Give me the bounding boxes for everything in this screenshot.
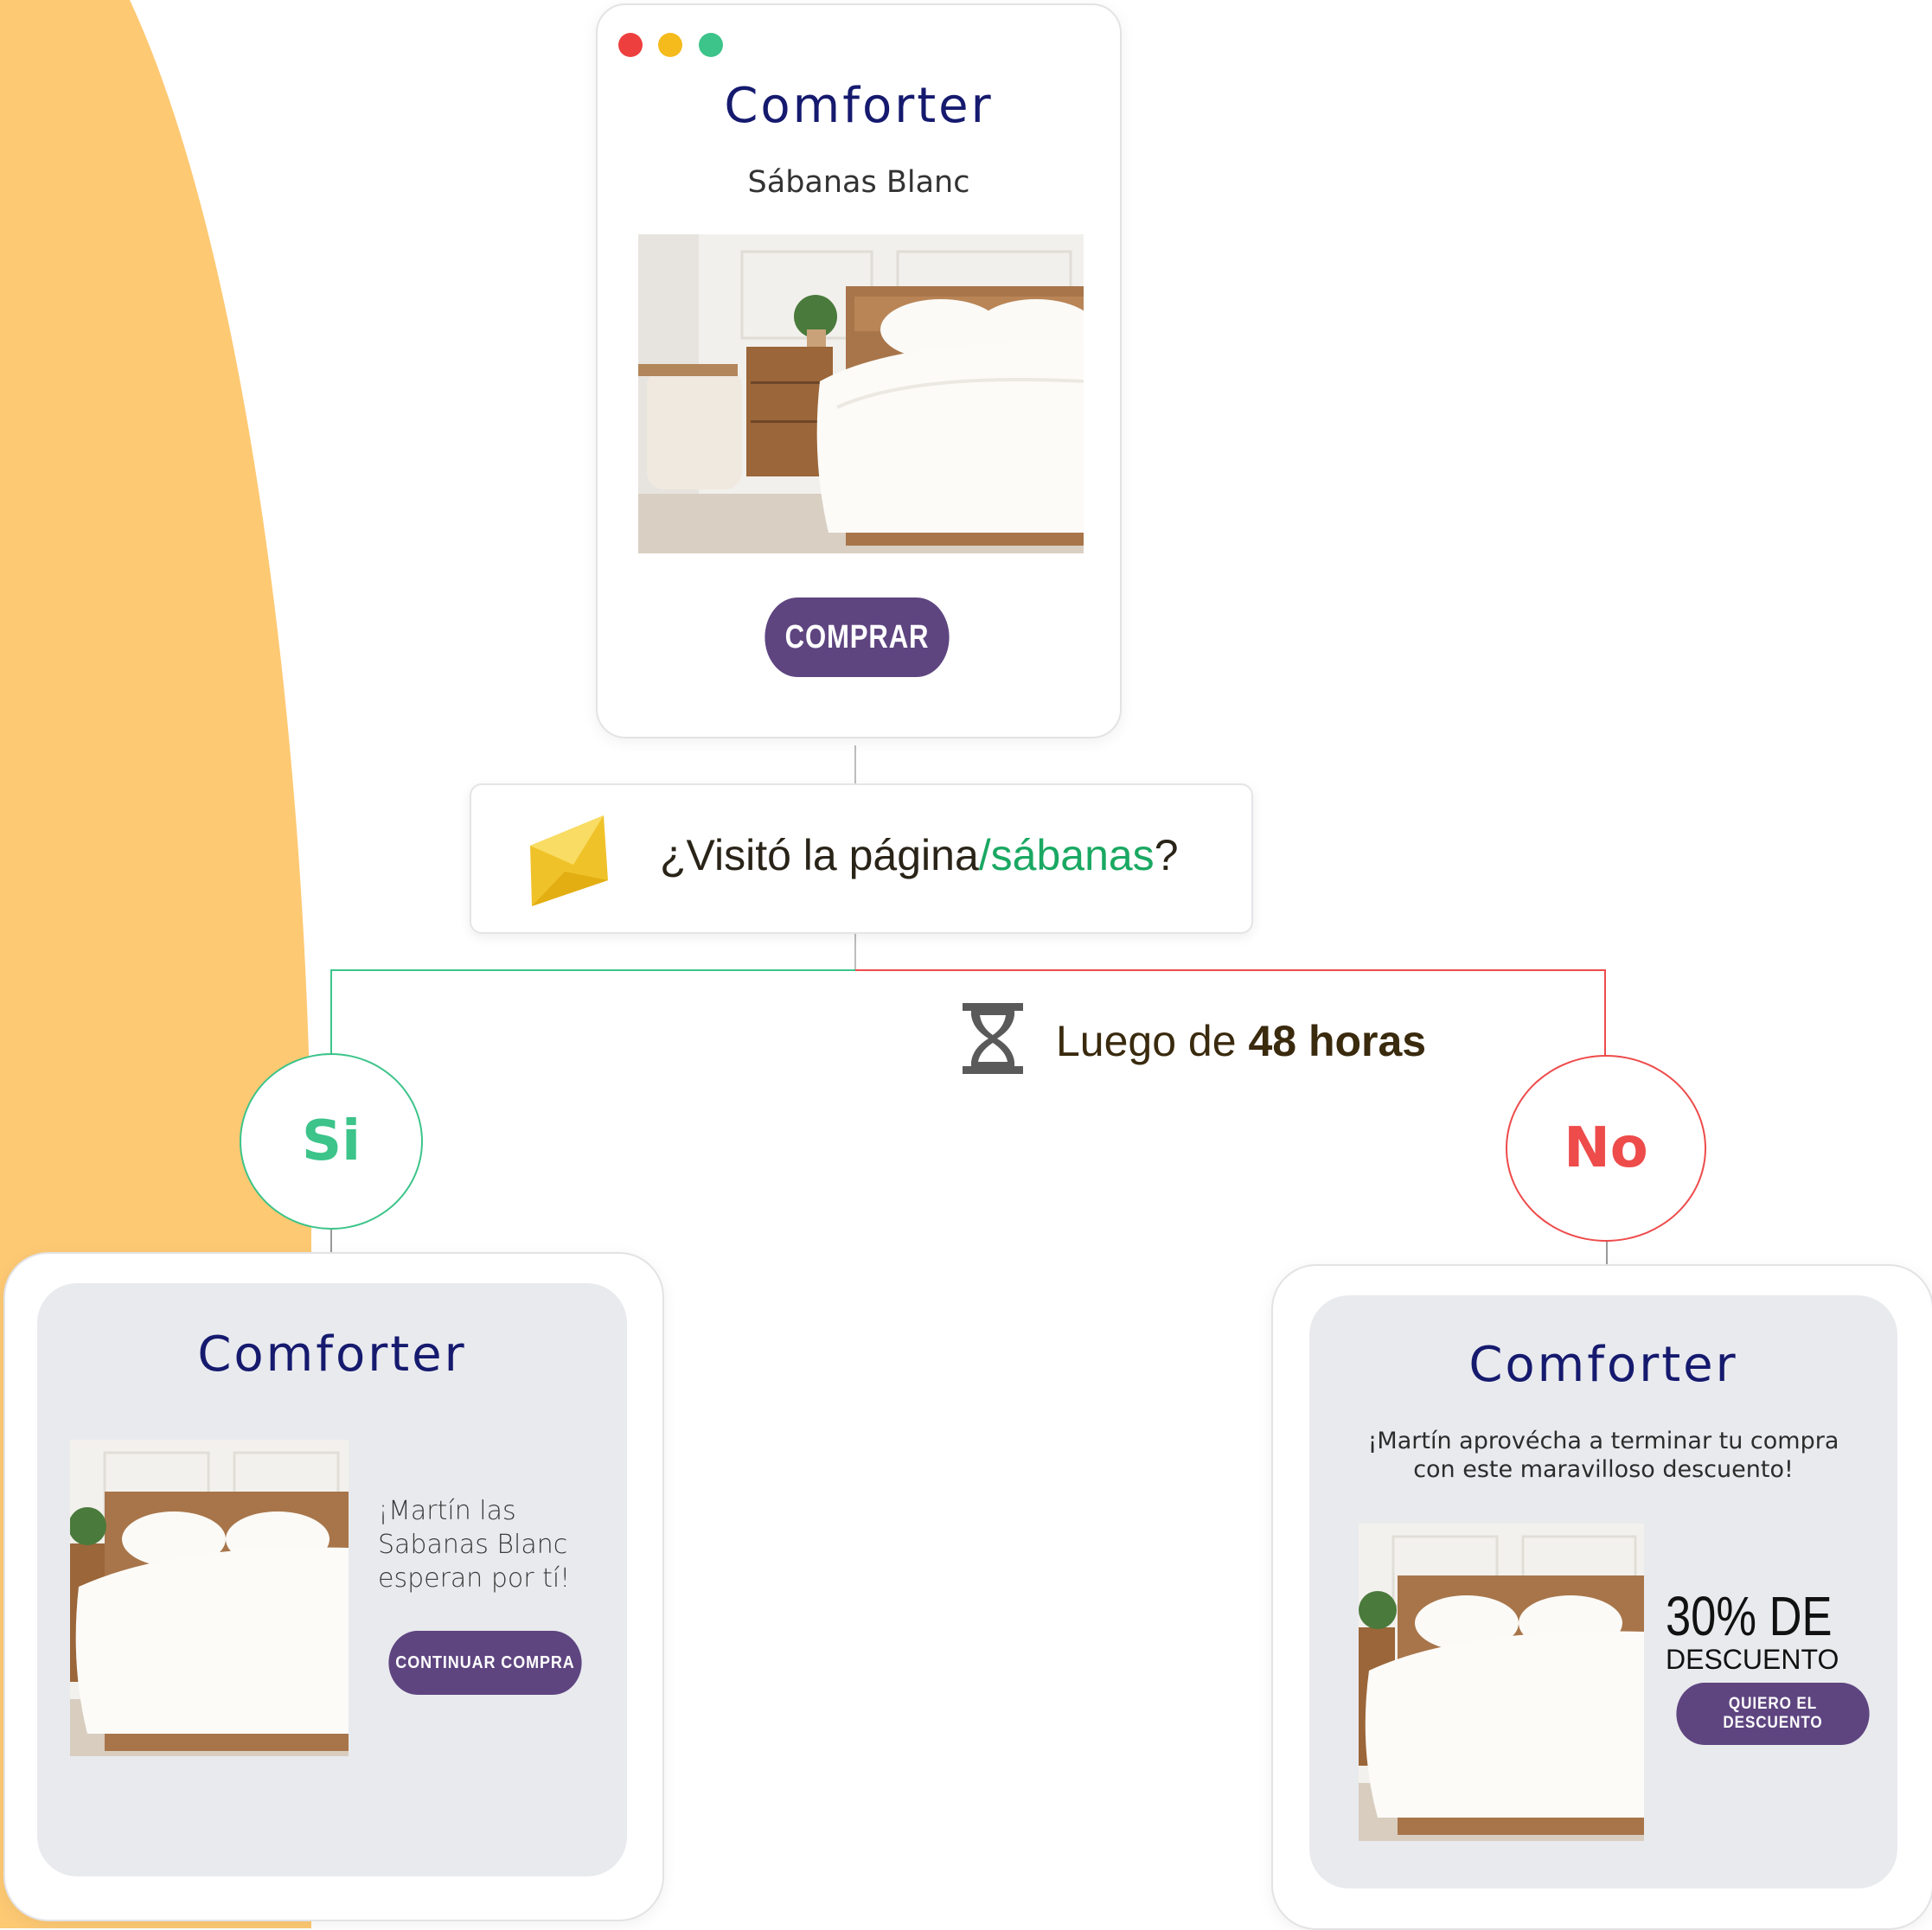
- continue-purchase-button[interactable]: CONTINUAR COMPRA: [388, 1631, 582, 1695]
- no-email-panel: Comforter ¡Martín aprovécha a terminar t…: [1309, 1295, 1897, 1888]
- reminder-line-1: ¡Martín las: [378, 1496, 516, 1526]
- discount-amount: 30% DE: [1666, 1585, 1833, 1647]
- condition-text-prefix: ¿Visitó la página: [660, 831, 979, 879]
- email-preview-card: Comforter Sábanas Blanc COMPRAR: [596, 3, 1122, 738]
- discount-message-line-1: ¡Martín aprovécha a terminar tu compra: [1367, 1428, 1839, 1454]
- brand-logo: Comforter: [197, 1326, 467, 1383]
- product-photo: [1359, 1524, 1644, 1841]
- discount-message-line-2: con este maravilloso descuento!: [1413, 1456, 1794, 1483]
- reminder-message: ¡Martín las Sabanas Blanc esperan por tí…: [378, 1494, 570, 1595]
- delay-label: Luego de 48 horas: [1056, 1016, 1426, 1066]
- reminder-line-3: esperan por tí!: [378, 1563, 571, 1594]
- window-minimize-dot: [658, 33, 682, 57]
- window-maximize-dot: [699, 33, 723, 57]
- delay-duration: 48 horas: [1248, 1017, 1427, 1065]
- yes-email-card: Comforter ¡Martín las Sabanas Blanc espe…: [3, 1252, 664, 1921]
- discount-label: DESCUENTO: [1666, 1644, 1839, 1675]
- window-close-dot: [618, 33, 643, 57]
- condition-text-highlight: /sábanas: [978, 831, 1155, 879]
- buy-button[interactable]: COMPRAR: [764, 598, 950, 677]
- condition-text-suffix: ?: [1154, 831, 1179, 879]
- no-email-card: Comforter ¡Martín aprovécha a terminar t…: [1271, 1264, 1932, 1930]
- discount-message: ¡Martín aprovécha a terminar tu compra c…: [1309, 1427, 1897, 1484]
- brand-logo: Comforter: [1468, 1337, 1738, 1393]
- product-title: Sábanas Blanc: [747, 165, 970, 200]
- product-photo: [638, 234, 1084, 553]
- condition-text: ¿Visitó la página/sábanas?: [660, 830, 1179, 880]
- branch-no-circle: No: [1506, 1055, 1706, 1242]
- delay-prefix: Luego de: [1056, 1017, 1249, 1065]
- reminder-line-2: Sabanas Blanc: [378, 1530, 568, 1560]
- product-photo: [70, 1440, 349, 1756]
- brand-logo: Comforter: [724, 78, 994, 134]
- condition-box: ¿Visitó la página/sábanas?: [470, 783, 1253, 934]
- hourglass-icon: [963, 1003, 1023, 1074]
- get-discount-button[interactable]: QUIERO EL DESCUENTO: [1676, 1683, 1870, 1745]
- branch-yes-circle: Si: [240, 1053, 423, 1230]
- yes-email-panel: Comforter ¡Martín las Sabanas Blanc espe…: [37, 1283, 627, 1876]
- envelope-icon: [530, 815, 608, 906]
